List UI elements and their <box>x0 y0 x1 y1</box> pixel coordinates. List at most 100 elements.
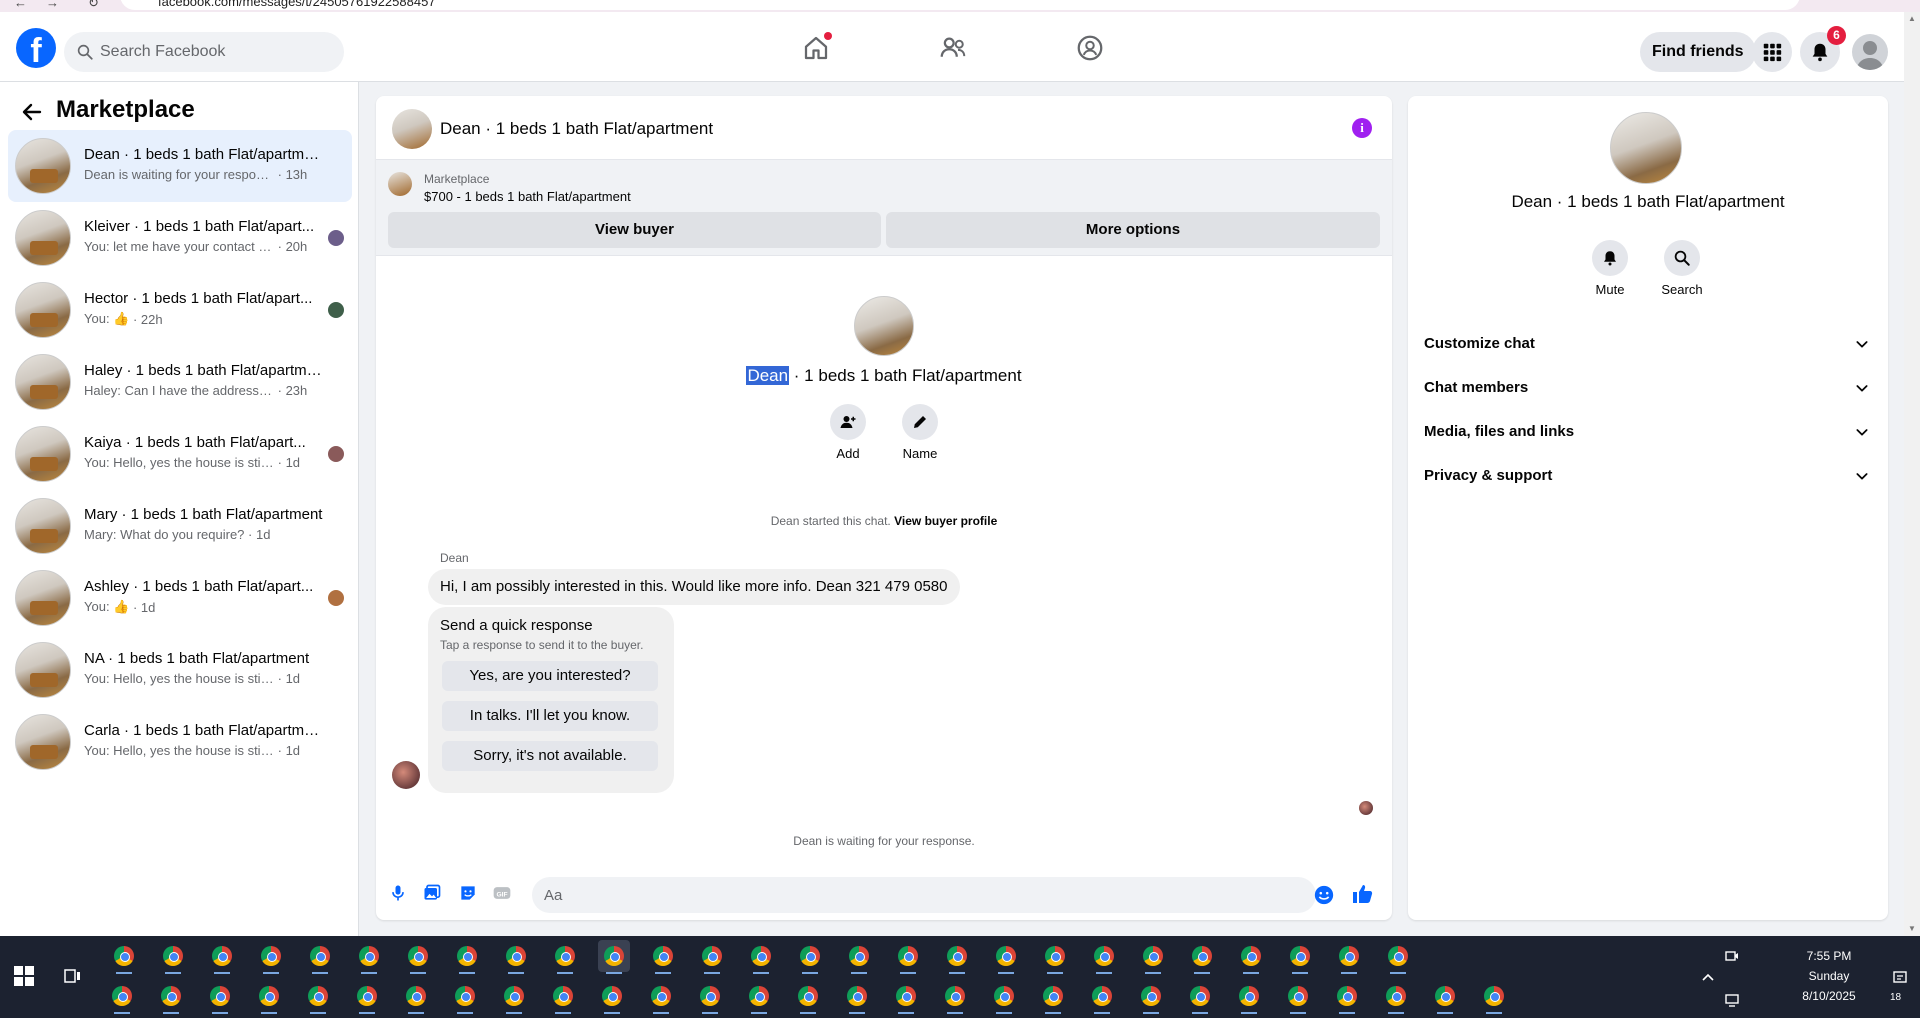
taskbar-chrome-icon[interactable] <box>939 980 971 1014</box>
taskbar-chrome-icon[interactable] <box>1037 980 1069 1014</box>
conversation-avatar[interactable] <box>392 109 432 149</box>
emoji-icon[interactable] <box>1313 884 1335 906</box>
chat-list-item[interactable]: Haley · 1 beds 1 bath Flat/apartment Hale… <box>8 346 352 418</box>
chat-list-item[interactable]: Mary · 1 beds 1 bath Flat/apartment Mary:… <box>8 490 352 562</box>
taskbar-chrome-icon[interactable] <box>498 980 530 1014</box>
taskbar-chrome-icon[interactable] <box>596 980 628 1014</box>
taskbar-chrome-icon[interactable] <box>304 940 336 974</box>
taskbar-chrome-icon[interactable] <box>1382 940 1414 974</box>
taskbar-chrome-icon[interactable] <box>106 980 138 1014</box>
taskbar-chrome-icon[interactable] <box>1233 980 1265 1014</box>
taskbar-chrome-icon[interactable] <box>1039 940 1071 974</box>
taskbar-chrome-icon[interactable] <box>1333 940 1365 974</box>
taskbar-chrome-icon[interactable] <box>1086 980 1118 1014</box>
chat-list-item[interactable]: Kleiver · 1 beds 1 bath Flat/apart... You… <box>8 202 352 274</box>
quick-response-in-talks[interactable]: In talks. I'll let you know. <box>442 701 658 731</box>
taskbar-chrome-icon[interactable] <box>843 940 875 974</box>
taskbar-chrome-icon[interactable] <box>990 940 1022 974</box>
taskbar-chrome-icon[interactable] <box>794 940 826 974</box>
taskbar-chrome-icon[interactable] <box>1478 980 1510 1014</box>
taskbar-chrome-icon[interactable] <box>988 980 1020 1014</box>
home-nav-button[interactable] <box>796 28 836 68</box>
taskbar-chrome-icon[interactable] <box>1184 980 1216 1014</box>
taskbar-chrome-icon[interactable] <box>255 940 287 974</box>
chat-members-section[interactable]: Chat members <box>1416 366 1880 410</box>
windows-start-icon[interactable] <box>14 966 34 986</box>
taskbar-chrome-icon[interactable] <box>449 980 481 1014</box>
meet-now-icon[interactable] <box>1724 948 1740 964</box>
taskbar-chrome-icon[interactable] <box>302 980 334 1014</box>
taskbar-chrome-icon[interactable] <box>400 980 432 1014</box>
taskbar-chrome-icon[interactable] <box>745 940 777 974</box>
taskbar-chrome-icon[interactable] <box>353 940 385 974</box>
customize-chat-section[interactable]: Customize chat <box>1416 322 1880 366</box>
taskbar-chrome-icon[interactable] <box>696 940 728 974</box>
url-text[interactable]: facebook.com/messages/t/2450576192258845… <box>158 0 436 9</box>
taskbar-chrome-icon[interactable] <box>792 980 824 1014</box>
listing-title[interactable]: $700 - 1 beds 1 bath Flat/apartment <box>424 189 631 204</box>
taskbar-chrome-icon[interactable] <box>253 980 285 1014</box>
friends-nav-button[interactable] <box>933 28 973 68</box>
task-view-icon[interactable] <box>62 966 82 986</box>
message-input[interactable] <box>532 877 1316 913</box>
incoming-message-bubble[interactable]: Hi, I am possibly interested in this. Wo… <box>428 569 960 605</box>
microphone-icon[interactable] <box>388 883 408 903</box>
chat-list-item[interactable]: Carla · 1 beds 1 bath Flat/apartment You:… <box>8 706 352 778</box>
more-options-button[interactable]: More options <box>886 212 1380 248</box>
page-scrollbar[interactable]: ▲ ▼ <box>1904 12 1920 936</box>
taskbar-chrome-icon[interactable] <box>1284 940 1316 974</box>
sender-avatar[interactable] <box>392 761 420 789</box>
chat-list-item[interactable]: Hector · 1 beds 1 bath Flat/apart... You:… <box>8 274 352 346</box>
sticker-icon[interactable] <box>458 883 478 903</box>
taskbar-chrome-icon[interactable] <box>1331 980 1363 1014</box>
find-friends-button[interactable]: Find friends <box>1640 32 1756 72</box>
thumbs-up-icon[interactable] <box>1351 882 1375 906</box>
privacy-support-section[interactable]: Privacy & support <box>1416 454 1880 498</box>
details-avatar[interactable] <box>1610 112 1682 184</box>
taskbar-chrome-icon[interactable] <box>694 980 726 1014</box>
reload-icon[interactable]: ↻ <box>88 0 99 11</box>
network-icon[interactable] <box>1724 992 1740 1008</box>
chat-list-item[interactable]: Kaiya · 1 beds 1 bath Flat/apart... You: … <box>8 418 352 490</box>
taskbar-chrome-icon[interactable] <box>402 940 434 974</box>
quick-response-not-available[interactable]: Sorry, it's not available. <box>442 741 658 771</box>
taskbar-chrome-icon[interactable] <box>1137 940 1169 974</box>
quick-response-interested[interactable]: Yes, are you interested? <box>442 661 658 691</box>
taskbar-chrome-icon[interactable] <box>598 940 630 974</box>
taskbar-chrome-icon[interactable] <box>1380 980 1412 1014</box>
taskbar-chrome-icon[interactable] <box>155 980 187 1014</box>
taskbar-chrome-icon[interactable] <box>841 980 873 1014</box>
taskbar-chrome-icon[interactable] <box>1235 940 1267 974</box>
taskbar-chrome-icon[interactable] <box>451 940 483 974</box>
view-buyer-button[interactable]: View buyer <box>388 212 881 248</box>
scroll-up-arrow-icon[interactable]: ▲ <box>1908 14 1916 23</box>
facebook-logo-icon[interactable]: f <box>16 28 56 68</box>
media-files-links-section[interactable]: Media, files and links <box>1416 410 1880 454</box>
groups-nav-button[interactable] <box>1070 28 1110 68</box>
back-arrow-icon[interactable] <box>20 100 44 124</box>
forward-arrow-icon[interactable]: → <box>46 0 59 10</box>
taskbar-chrome-icon[interactable] <box>647 940 679 974</box>
listing-thumbnail[interactable] <box>388 172 412 196</box>
menu-button[interactable] <box>1752 32 1792 72</box>
taskbar-chrome-icon[interactable] <box>1135 980 1167 1014</box>
taskbar-chrome-icon[interactable] <box>547 980 579 1014</box>
conversation-title[interactable]: Dean · 1 beds 1 bath Flat/apartment <box>440 119 713 139</box>
chat-list-item[interactable]: Ashley · 1 beds 1 bath Flat/apart... You:… <box>8 562 352 634</box>
chat-list-item[interactable]: Dean · 1 beds 1 bath Flat/apartment Dean … <box>8 130 352 202</box>
taskbar-chrome-icon[interactable] <box>1186 940 1218 974</box>
taskbar-chrome-icon[interactable] <box>1429 980 1461 1014</box>
taskbar-chrome-icon[interactable] <box>351 980 383 1014</box>
view-buyer-profile-link[interactable]: View buyer profile <box>894 514 997 528</box>
scroll-down-arrow-icon[interactable]: ▼ <box>1908 924 1916 933</box>
search-conversation-button[interactable]: Search <box>1652 240 1712 297</box>
back-arrow-icon[interactable]: ← <box>14 0 27 10</box>
taskbar-chrome-icon[interactable] <box>108 940 140 974</box>
taskbar-chrome-icon[interactable] <box>157 940 189 974</box>
edit-name-button[interactable]: Name <box>890 404 950 461</box>
taskbar-chrome-icon[interactable] <box>500 940 532 974</box>
taskbar-chrome-icon[interactable] <box>549 940 581 974</box>
notification-center-icon[interactable] <box>1892 970 1908 986</box>
account-avatar[interactable] <box>1852 34 1888 70</box>
notifications-button[interactable]: 6 <box>1800 26 1846 72</box>
